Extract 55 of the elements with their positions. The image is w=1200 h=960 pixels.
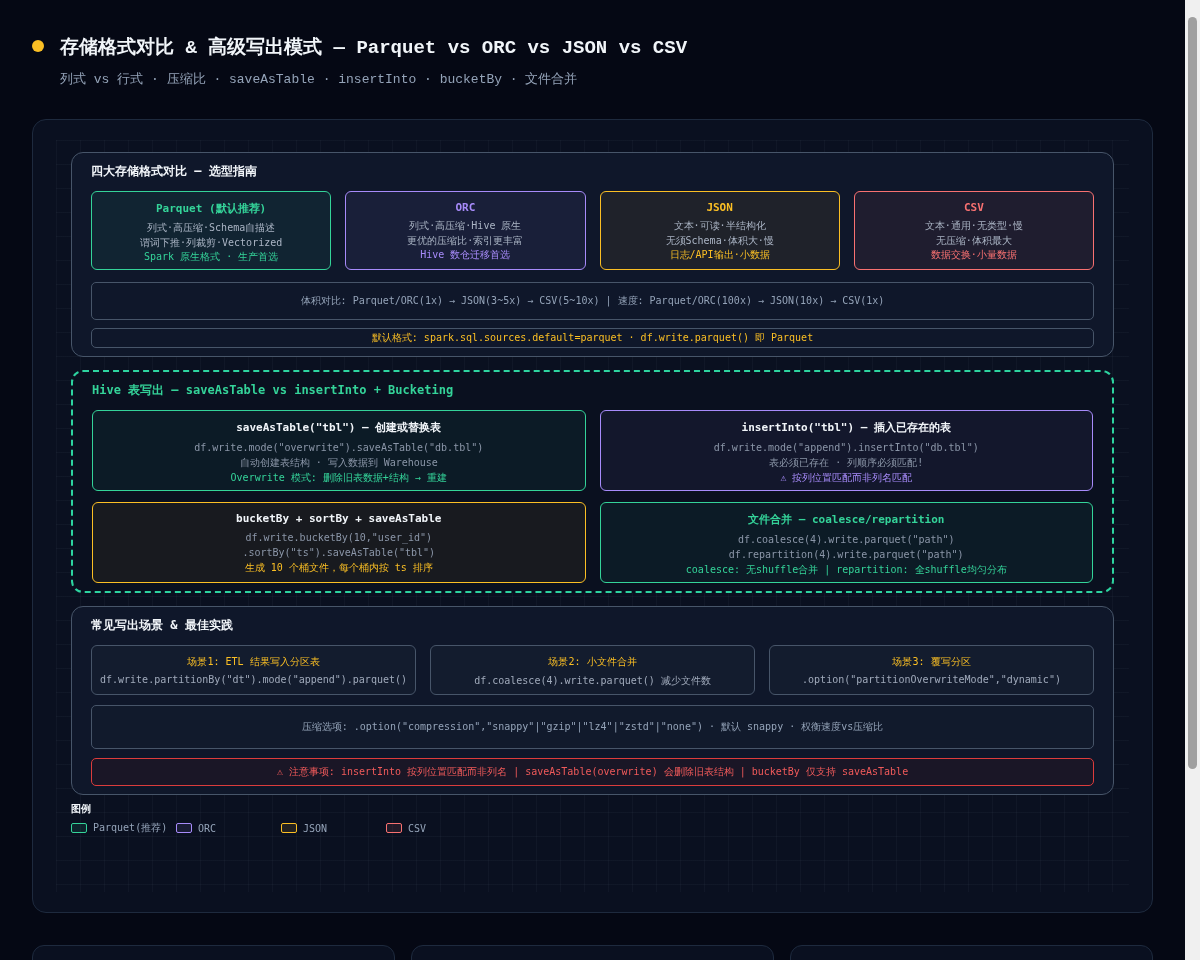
legend-label: Parquet(推荐) (93, 821, 168, 835)
page-subtitle: 列式 vs 行式 · 压缩比 · saveAsTable · insertInto · bucketBy · 文件合并 (60, 71, 579, 88)
format-feature: 列式·高压缩·Schema自描述 (146, 221, 277, 235)
card-line: df.write.bucketBy(10,"user_id") (244, 531, 434, 545)
card-line: Overwrite 模式: 删除旧表数据+结构 → 重建 (229, 471, 448, 485)
size-compare-text: 体积对比: Parquet/ORC(1x) → JSON(3~5x) → CSV(5~10x) | 速度: Parquet/ORC(100x) → JSON(10x) → CSV(1x) (300, 295, 885, 306)
card-title: insertInto("tbl") — 插入已存在的表 (740, 420, 952, 435)
format-note: 日志/API输出·小数据 (668, 248, 771, 262)
format-note: Hive 数仓迁移首选 (419, 248, 512, 262)
format-name: JSON (705, 201, 734, 214)
scenario-title: 场景3: 覆写分区 (891, 655, 972, 669)
scenario-title: 场景1: ETL 结果写入分区表 (186, 655, 321, 669)
card-line: df.coalesce(4).write.parquet("path") (736, 533, 956, 547)
card-line: ⚠ 按列位置匹配而非列名匹配 (779, 471, 914, 485)
card-line: 生成 10 个桶文件，每个桶内按 ts 排序 (243, 561, 434, 575)
format-feature: 列式·高压缩·Hive 原生 (408, 219, 523, 233)
scenario-title: 场景2: 小文件合并 (547, 655, 638, 669)
warning-text: ⚠ 注意事项: insertInto 按列位置匹配而非列名 | saveAsTable(overwrite) 会删除旧表结构 | bucketBy 仅支持 saveAsTable (276, 766, 909, 777)
card-title: saveAsTable("tbl") — 创建或替换表 (235, 420, 443, 435)
card-line: coalesce: 无shuffle合并 | repartition: 全shuffle均匀分布 (684, 563, 1008, 577)
format-feature: 谓词下推·列裁剪·Vectorized (139, 236, 284, 250)
card-line: df.write.mode("overwrite").saveAsTable("db.tbl") (193, 441, 485, 455)
format-name: Parquet (默认推荐) (155, 201, 268, 216)
card-line: df.repartition(4).write.parquet("path") (727, 548, 965, 562)
panel-title: 常见写出场景 & 最佳实践 (91, 617, 234, 634)
format-feature: 文本·通用·无类型·慢 (923, 219, 1024, 233)
scrollbar-thumb[interactable] (1188, 17, 1197, 769)
legend-label: CSV (408, 822, 427, 834)
legend-label: JSON (303, 822, 328, 834)
format-feature: 无须Schema·体积大·慢 (664, 234, 775, 248)
format-note: 数据交换·小量数据 (929, 248, 1018, 262)
scenario-code: df.coalesce(4).write.parquet() 减少文件数 (473, 674, 712, 688)
format-note: Spark 原生格式 · 生产首选 (143, 250, 280, 264)
legend-title: 图例 (71, 802, 92, 816)
card-title: 文件合并 — coalesce/repartition (747, 512, 946, 527)
compression-text: 压缩选项: .option("compression","snappy"|"gzip"|"lz4"|"zstd"|"none") · 默认 snappy · 权衡速度vs压缩比 (301, 721, 884, 732)
panel-title: Hive 表写出 — saveAsTable vs insertInto + Bucketing (92, 382, 455, 399)
card-line: .sortBy("ts").saveAsTable("tbl") (241, 546, 437, 560)
card-line: df.write.mode("append").insertInto("db.tbl") (712, 441, 980, 455)
scenario-code: df.write.partitionBy("dt").mode("append").parquet() (98, 674, 408, 685)
format-feature: 更优的压缩比·索引更丰富 (406, 234, 525, 248)
scrollbar[interactable] (1185, 0, 1200, 960)
scenario-code: .option("partitionOverwriteMode","dynamic") (801, 674, 1062, 685)
format-feature: 文本·可读·半结构化 (672, 219, 767, 233)
page-title: 存储格式对比 & 高级写出模式 — Parquet vs ORC vs JSON vs CSV (60, 35, 688, 60)
card-line: 表必须已存在 · 列顺序必须匹配! (768, 456, 925, 470)
legend-label: ORC (198, 822, 217, 834)
format-name: ORC (454, 201, 477, 214)
card-line: 自动创建表结构 · 写入数据到 Warehouse (238, 456, 439, 470)
default-note-text: 默认格式: spark.sql.sources.default=parquet · df.write.parquet() 即 Parquet (371, 332, 814, 343)
bullet-dot (32, 40, 44, 52)
card-title: bucketBy + sortBy + saveAsTable (235, 512, 443, 525)
format-name: CSV (962, 201, 985, 214)
panel-title: 四大存储格式对比 — 选型指南 (91, 163, 258, 180)
format-feature: 无压缩·体积最大 (934, 234, 1013, 248)
